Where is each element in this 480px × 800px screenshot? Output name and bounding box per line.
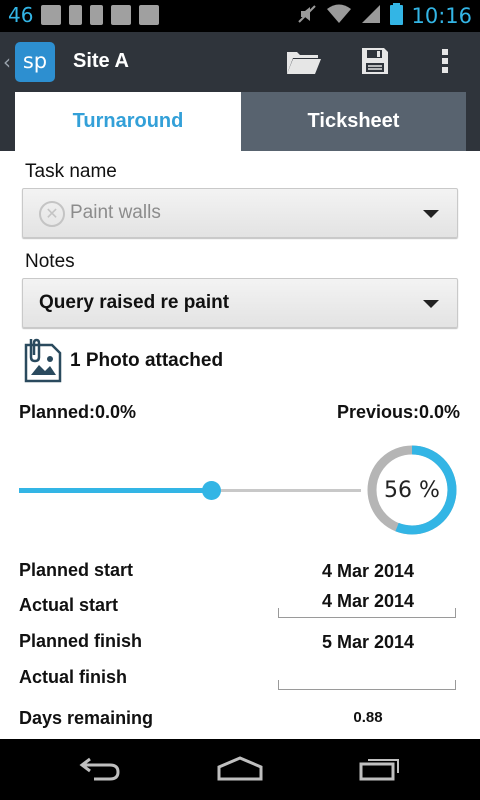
actual-start-label: Actual start <box>19 595 119 615</box>
home-icon <box>216 755 264 785</box>
progress-slider-thumb[interactable] <box>201 481 221 500</box>
status-bar: 46 10:16 <box>0 0 480 32</box>
planned-finish-value: 5 Mar 2014 <box>321 632 415 652</box>
photo-attachment[interactable]: 1 Photo attached <box>22 336 223 386</box>
overflow-menu-icon <box>441 47 449 79</box>
planned-start-value: 4 Mar 2014 <box>321 561 415 581</box>
dropdown-arrow-icon <box>423 210 439 218</box>
cell-signal-icon <box>360 3 382 29</box>
recent-apps-button[interactable] <box>345 753 415 787</box>
mute-icon <box>296 3 318 29</box>
clock: 10:16 <box>411 4 472 28</box>
tab-ticksheet[interactable]: Ticksheet <box>241 92 466 151</box>
clear-icon[interactable]: ✕ <box>39 201 65 227</box>
planned-percent: Planned:0.0% <box>19 402 137 422</box>
app-logo[interactable]: sp <box>15 42 55 82</box>
sd-card-notification-icon <box>69 5 83 25</box>
notes-spinner[interactable]: Query raised re paint <box>22 278 458 328</box>
wifi-icon <box>326 3 352 29</box>
task-name-value: Paint walls <box>70 202 161 223</box>
photo-attached-text: 1 Photo attached <box>70 350 224 371</box>
actual-start-field[interactable] <box>278 608 456 618</box>
notes-label: Notes <box>25 251 75 272</box>
tab-bar: Turnaround Ticksheet <box>0 92 480 151</box>
folder-button[interactable] <box>284 46 324 80</box>
briefcase-notification-icon <box>111 5 132 25</box>
home-button[interactable] <box>205 753 275 787</box>
back-button[interactable] <box>65 753 135 787</box>
image-notification-icon <box>41 5 62 25</box>
dropdown-arrow-icon <box>423 300 439 308</box>
download-notification-icon <box>90 5 104 25</box>
actual-finish-field[interactable] <box>278 680 456 690</box>
navigation-bar <box>0 739 480 800</box>
progress-slider-fill <box>19 488 211 493</box>
notes-value: Query raised re paint <box>39 292 230 313</box>
folder-icon <box>285 46 323 80</box>
network-type: 46 <box>8 3 34 27</box>
site-title: Site A <box>73 50 129 72</box>
planned-start-label: Planned start <box>19 560 134 580</box>
progress-slider[interactable] <box>19 481 361 500</box>
planned-finish-label: Planned finish <box>19 631 143 651</box>
battery-icon <box>390 3 404 29</box>
back-icon <box>78 755 122 785</box>
overflow-menu-button[interactable] <box>425 46 465 80</box>
days-remaining-label: Days remaining <box>19 708 154 728</box>
save-button[interactable] <box>355 46 395 80</box>
recent-apps-icon <box>358 755 402 785</box>
progress-gauge: 56 % <box>366 444 458 536</box>
up-caret-icon[interactable]: ‹ <box>3 50 11 74</box>
previous-percent: Previous:0.0% <box>336 402 460 422</box>
play-store-notification-icon <box>139 5 160 25</box>
save-icon <box>360 46 390 80</box>
tab-turnaround[interactable]: Turnaround <box>15 92 241 151</box>
actual-finish-label: Actual finish <box>19 667 128 687</box>
days-remaining-value: 0.88 <box>353 709 383 726</box>
task-name-spinner[interactable]: ✕ Paint walls <box>22 188 458 238</box>
action-bar: ‹ sp Site A <box>0 32 480 92</box>
task-name-label: Task name <box>25 161 117 182</box>
photo-attachment-icon <box>22 335 62 387</box>
progress-percent: 56 % <box>384 477 440 503</box>
